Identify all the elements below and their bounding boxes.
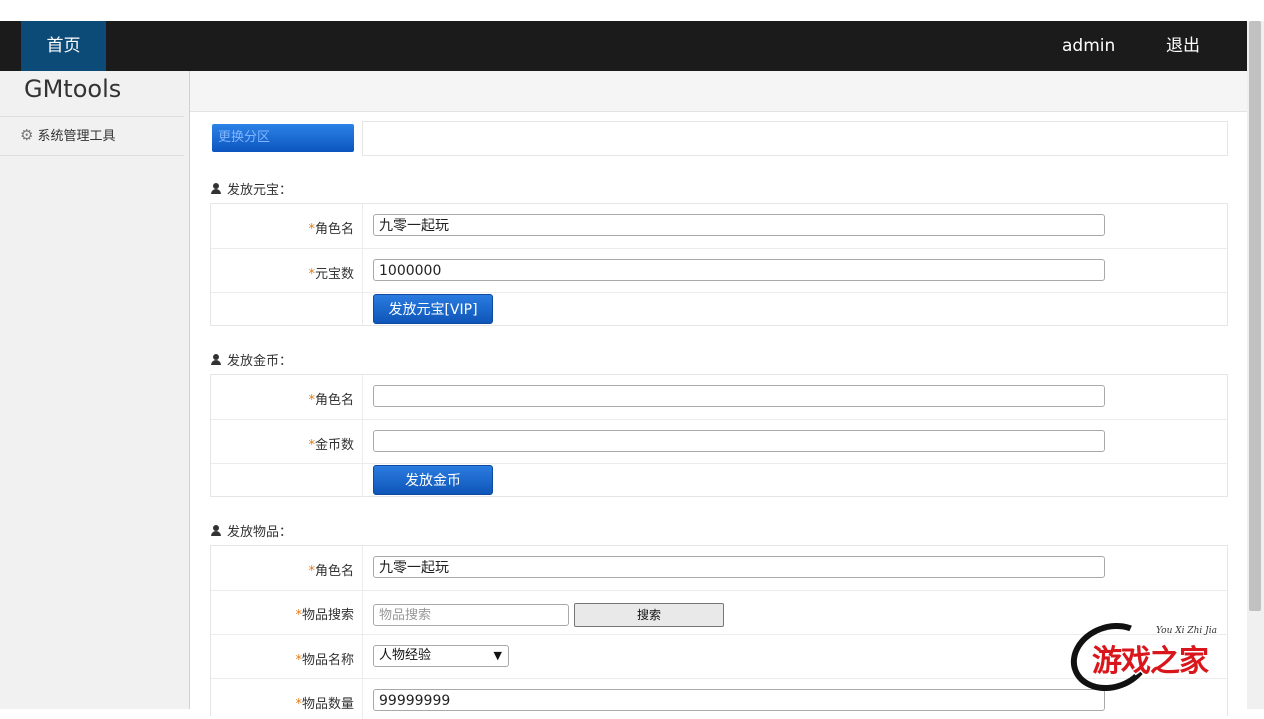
gold-form: *角色名 *金币数 发放金币 (210, 374, 1228, 497)
browser-top-strip (0, 0, 1264, 21)
gold-role-name-input[interactable] (373, 385, 1105, 407)
nav-user[interactable]: admin (1062, 21, 1115, 71)
column-divider (362, 464, 363, 497)
sidebar-divider (0, 155, 184, 156)
column-divider (362, 204, 363, 248)
yuanbao-form: *角色名 九零一起玩 *元宝数 1000000 发放元宝[VIP] (210, 203, 1228, 326)
user-icon (210, 524, 222, 537)
column-divider (362, 679, 363, 719)
gold-amount-label: *金币数 (308, 438, 354, 453)
item-name-selected: 人物经验 (379, 648, 432, 663)
form-row: *角色名 (211, 375, 1227, 419)
column-divider (362, 591, 363, 635)
role-name-label: *角色名 (308, 222, 354, 237)
role-name-label: *角色名 (308, 564, 354, 579)
nav-logout[interactable]: 退出 (1166, 21, 1200, 71)
site-watermark-logo: You Xi Zhi Jia 游戏之家 (1061, 611, 1252, 703)
sidebar-divider (0, 116, 184, 117)
form-row: 发放金币 (211, 463, 1227, 497)
top-navbar: 首页 admin 退出 (0, 21, 1247, 71)
form-row: *角色名 九零一起玩 (211, 204, 1227, 248)
section-title-text: 发放金币： (227, 354, 293, 369)
sidebar-item-system-tools[interactable]: ⚙ 系统管理工具 (20, 125, 116, 145)
item-role-name-input[interactable]: 九零一起玩 (373, 556, 1105, 578)
section-item-title: 发放物品： (210, 521, 292, 540)
item-search-label: *物品搜索 (295, 608, 354, 623)
user-icon (210, 182, 222, 195)
main-header-bar (190, 71, 1247, 112)
form-row: 发放元宝[VIP] (211, 292, 1227, 326)
switch-zone-button[interactable]: 更换分区 (212, 124, 354, 152)
section-title-text: 发放元宝： (227, 183, 293, 198)
send-yuanbao-button[interactable]: 发放元宝[VIP] (373, 294, 493, 324)
column-divider (362, 249, 363, 293)
watermark-subtitle: You Xi Zhi Jia (1156, 626, 1218, 636)
item-search-button[interactable]: 搜索 (574, 603, 724, 627)
sidebar-item-label: 系统管理工具 (37, 129, 116, 144)
item-name-select[interactable]: 人物经验 ▼ (373, 645, 509, 667)
gold-amount-input[interactable] (373, 430, 1105, 452)
brand-title: GMtools (24, 75, 122, 103)
form-row: *角色名 九零一起玩 (211, 546, 1227, 590)
nav-home[interactable]: 首页 (21, 21, 106, 71)
item-quantity-label: *物品数量 (295, 697, 354, 712)
form-row: *元宝数 1000000 (211, 248, 1227, 293)
column-divider (362, 546, 363, 590)
section-title-text: 发放物品： (227, 525, 293, 540)
item-name-label: *物品名称 (295, 653, 354, 668)
column-divider (362, 375, 363, 419)
watermark-text: 游戏之家 (1092, 644, 1209, 679)
form-row: *金币数 (211, 419, 1227, 464)
column-divider (362, 293, 363, 326)
column-divider (362, 420, 363, 464)
gear-icon: ⚙ (20, 125, 34, 144)
section-yuanbao-title: 发放元宝： (210, 179, 292, 198)
role-name-input[interactable]: 九零一起玩 (373, 214, 1105, 236)
column-divider (362, 635, 363, 679)
user-icon (210, 353, 222, 366)
item-quantity-input[interactable]: 99999999 (373, 689, 1105, 711)
yuanbao-amount-label: *元宝数 (308, 267, 354, 282)
section-gold-title: 发放金币： (210, 350, 292, 369)
send-gold-button[interactable]: 发放金币 (373, 465, 493, 495)
switch-zone-box (362, 121, 1228, 156)
chevron-down-icon: ▼ (493, 649, 502, 662)
item-search-input[interactable]: 物品搜索 (373, 604, 569, 626)
sidebar: GMtools ⚙ 系统管理工具 (0, 71, 190, 709)
yuanbao-amount-input[interactable]: 1000000 (373, 259, 1105, 281)
role-name-label: *角色名 (308, 393, 354, 408)
scrollbar-thumb[interactable] (1249, 21, 1261, 611)
